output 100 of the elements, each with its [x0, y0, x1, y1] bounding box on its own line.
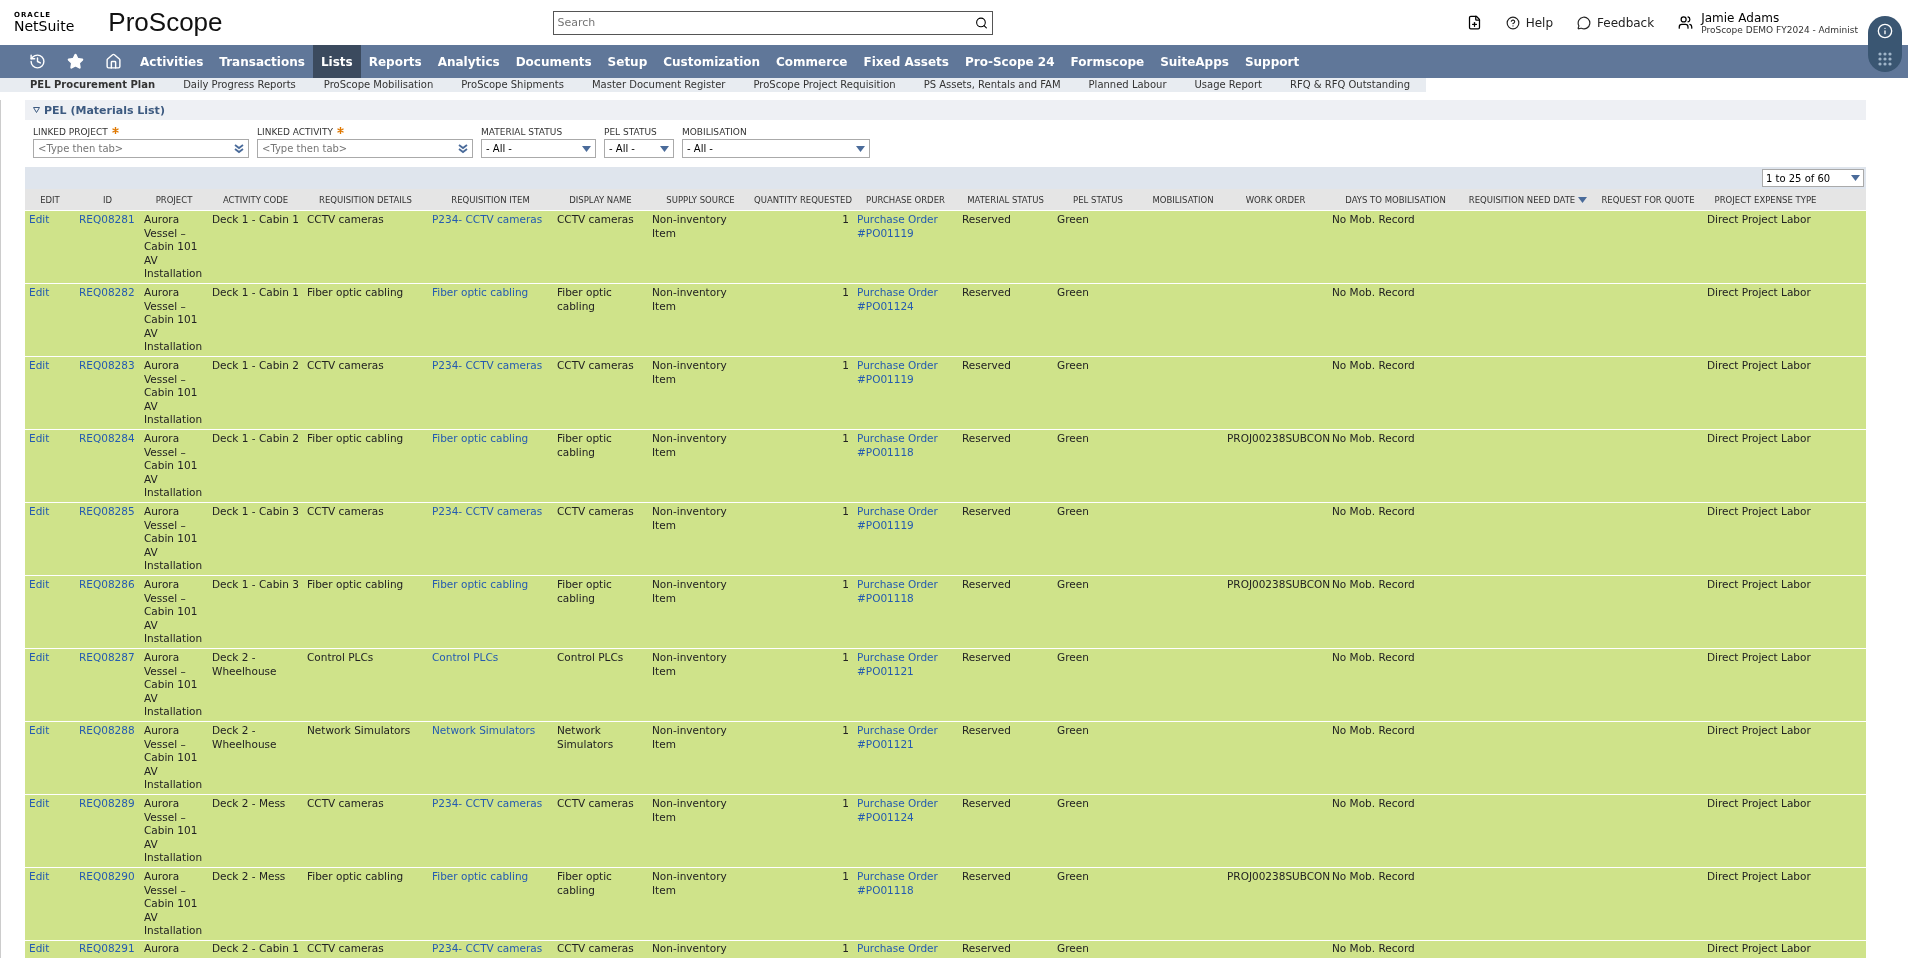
subnav-link[interactable]: Planned Labour	[1088, 78, 1167, 92]
table-link[interactable]: REQ08283	[75, 359, 140, 429]
nav-tab[interactable]: Fixed Assets	[855, 45, 957, 78]
table-link[interactable]: REQ08288	[75, 724, 140, 794]
table-link[interactable]: Fiber optic cabling	[428, 870, 553, 940]
column-header[interactable]: DISPLAY NAME	[553, 194, 648, 205]
table-link[interactable]: Edit	[25, 213, 75, 283]
nav-tab[interactable]: Analytics	[429, 45, 508, 78]
nav-tab[interactable]: Transactions	[211, 45, 313, 78]
nav-tab[interactable]: Reports	[360, 45, 430, 78]
select-field[interactable]: - All -	[604, 139, 674, 158]
nav-tab[interactable]: Commerce	[768, 45, 856, 78]
column-header[interactable]: PROJECT	[140, 194, 208, 205]
table-link[interactable]: Network Simulators	[428, 724, 553, 794]
table-link[interactable]: Control PLCs	[428, 651, 553, 721]
table-link[interactable]: Edit	[25, 359, 75, 429]
section-header[interactable]: PEL (Materials List)	[25, 100, 1866, 120]
column-header[interactable]: PURCHASE ORDER	[853, 194, 958, 205]
table-link[interactable]: Edit	[25, 797, 75, 867]
table-link[interactable]: P234- CCTV cameras	[428, 213, 553, 283]
help-widget[interactable]	[1868, 16, 1902, 72]
lookup-field[interactable]: <Type then tab>	[257, 139, 473, 158]
table-link[interactable]: Edit	[25, 651, 75, 721]
column-header[interactable]: EDIT	[25, 194, 75, 205]
table-link[interactable]: Purchase Order #PO01121	[853, 724, 958, 794]
column-header[interactable]: REQUEST FOR QUOTE	[1593, 194, 1703, 205]
table-link[interactable]: REQ08289	[75, 797, 140, 867]
table-link[interactable]: Fiber optic cabling	[428, 432, 553, 502]
subnav-link[interactable]: ProScope Mobilisation	[323, 78, 434, 92]
table-link[interactable]: REQ08291	[75, 942, 140, 958]
table-link[interactable]: REQ08281	[75, 213, 140, 283]
column-header[interactable]: REQUISITION NEED DATE	[1463, 194, 1593, 205]
user-name[interactable]: Jamie Adams	[1701, 10, 1858, 25]
table-link[interactable]: Fiber optic cabling	[428, 286, 553, 356]
pagination-select[interactable]: 1 to 25 of 60	[1762, 169, 1864, 187]
table-link[interactable]: P234- CCTV cameras	[428, 797, 553, 867]
subnav-link[interactable]: PS Assets, Rentals and FAM	[923, 78, 1061, 92]
table-link[interactable]: Purchase Order #PO01119	[853, 213, 958, 283]
help-button[interactable]: Help	[1505, 15, 1553, 30]
search-icon[interactable]	[974, 16, 988, 29]
subnav-link[interactable]: Master Document Register	[591, 78, 726, 92]
table-link[interactable]: REQ08287	[75, 651, 140, 721]
column-header[interactable]: ACTIVITY CODE	[208, 194, 303, 205]
select-field[interactable]: - All -	[481, 139, 596, 158]
nav-tab[interactable]: Setup	[599, 45, 656, 78]
table-link[interactable]: Edit	[25, 870, 75, 940]
nav-tab[interactable]: Activities	[132, 45, 212, 78]
new-record-icon[interactable]	[1466, 15, 1482, 30]
column-header[interactable]: SUPPLY SOURCE	[648, 194, 753, 205]
column-header[interactable]: MATERIAL STATUS	[958, 194, 1053, 205]
search-field[interactable]: Search	[552, 10, 993, 35]
table-link[interactable]: REQ08290	[75, 870, 140, 940]
table-link[interactable]: Edit	[25, 432, 75, 502]
table-link[interactable]: P234- CCTV cameras	[428, 942, 553, 958]
table-link[interactable]: REQ08284	[75, 432, 140, 502]
table-link[interactable]: Purchase Order #PO01124	[853, 286, 958, 356]
nav-tab[interactable]: Pro-Scope 24	[957, 45, 1063, 78]
nav-tab[interactable]: Support	[1236, 45, 1308, 78]
lookup-field[interactable]: <Type then tab>	[33, 139, 249, 158]
table-link[interactable]: Purchase Order #PO01118	[853, 432, 958, 502]
nav-tab[interactable]: Formscope	[1062, 45, 1153, 78]
column-header[interactable]: WORK ORDER	[1223, 194, 1328, 205]
table-link[interactable]: REQ08285	[75, 505, 140, 575]
table-link[interactable]: Purchase Order #PO01121	[853, 651, 958, 721]
table-link[interactable]: Edit	[25, 942, 75, 958]
table-link[interactable]: Edit	[25, 724, 75, 794]
table-link[interactable]: Purchase Order #PO01119	[853, 505, 958, 575]
subnav-link[interactable]: Usage Report	[1194, 78, 1262, 92]
subnav-link[interactable]: ProScope Shipments	[461, 78, 564, 92]
table-link[interactable]: P234- CCTV cameras	[428, 505, 553, 575]
select-field[interactable]: - All -	[682, 139, 870, 158]
column-header[interactable]: REQUISITION ITEM	[428, 194, 553, 205]
column-header[interactable]: REQUISITION DETAILS	[303, 194, 428, 205]
column-header[interactable]: ID	[75, 194, 140, 205]
column-header[interactable]: DAYS TO MOBILISATION	[1328, 194, 1463, 205]
table-link[interactable]: Purchase Order #PO01118	[853, 870, 958, 940]
column-header[interactable]: QUANTITY REQUESTED	[753, 194, 853, 205]
table-link[interactable]: Edit	[25, 505, 75, 575]
table-link[interactable]: Purchase Order #PO01119	[853, 359, 958, 429]
table-link[interactable]: Edit	[25, 578, 75, 648]
dot-grid-icon[interactable]	[1878, 51, 1892, 66]
table-link[interactable]: REQ08286	[75, 578, 140, 648]
table-link[interactable]: Edit	[25, 286, 75, 356]
nav-tab[interactable]: SuiteApps	[1152, 45, 1237, 78]
subnav-link[interactable]: PEL Procurement Plan	[30, 78, 156, 92]
table-link[interactable]: P234- CCTV cameras	[428, 359, 553, 429]
column-header[interactable]: MOBILISATION	[1143, 194, 1223, 205]
nav-tab[interactable]: Documents	[507, 45, 600, 78]
nav-tab[interactable]: Lists	[312, 45, 361, 78]
table-link[interactable]: Purchase Order	[853, 942, 958, 958]
table-link[interactable]: Fiber optic cabling	[428, 578, 553, 648]
nav-tab[interactable]: Customization	[655, 45, 769, 78]
feedback-button[interactable]: Feedback	[1577, 15, 1655, 30]
info-icon[interactable]	[1877, 22, 1893, 39]
subnav-link[interactable]: Daily Progress Reports	[183, 78, 296, 92]
column-header[interactable]: PROJECT EXPENSE TYPE	[1703, 194, 1828, 205]
table-link[interactable]: Purchase Order #PO01118	[853, 578, 958, 648]
subnav-link[interactable]: RFQ & RFQ Outstanding	[1290, 78, 1410, 92]
column-header[interactable]: PEL STATUS	[1053, 194, 1143, 205]
subnav-link[interactable]: ProScope Project Requisition	[753, 78, 896, 92]
